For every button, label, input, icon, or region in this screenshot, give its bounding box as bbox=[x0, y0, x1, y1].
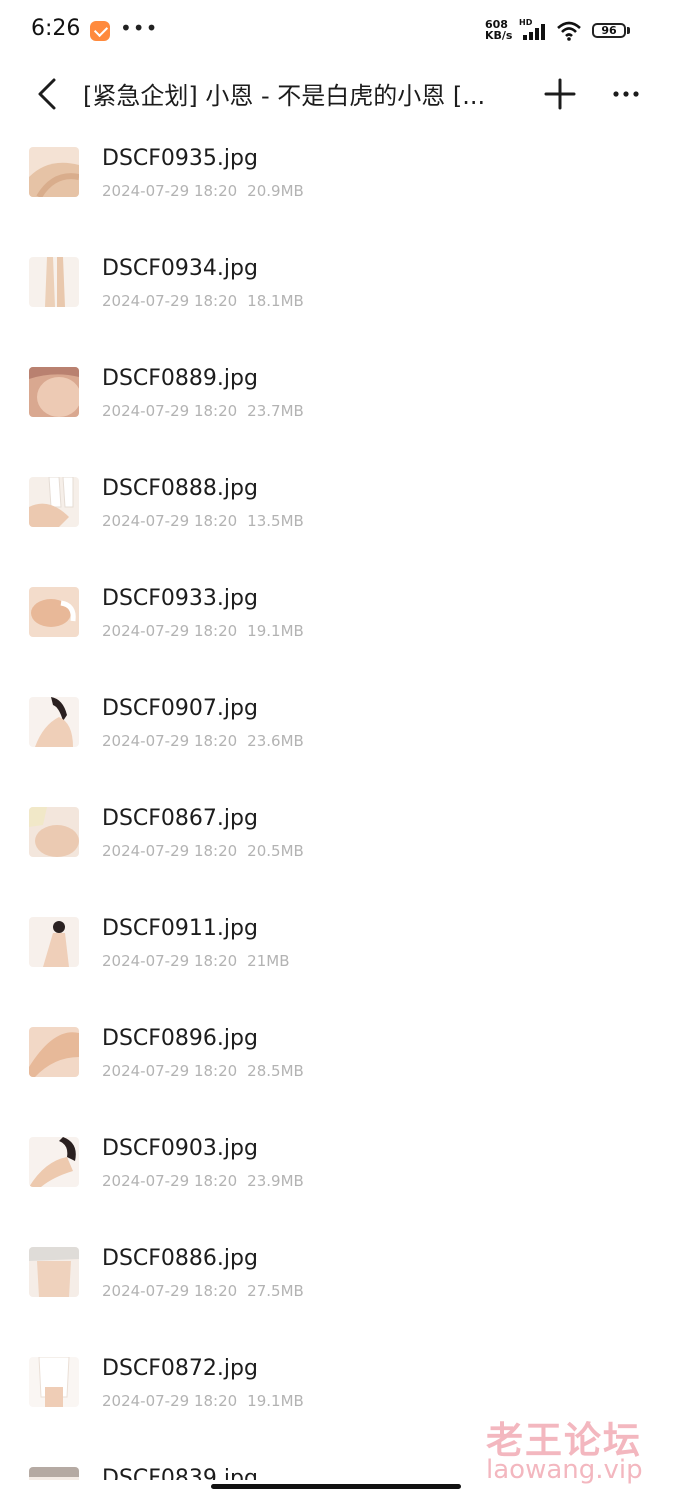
more-dots-icon[interactable] bbox=[606, 74, 646, 114]
file-meta: 2024-07-29 18:20 19.1MB bbox=[102, 622, 304, 640]
file-list-item[interactable]: DSCF0867.jpg 2024-07-29 18:20 20.5MB bbox=[0, 790, 675, 900]
file-list-item[interactable]: DSCF0889.jpg 2024-07-29 18:20 23.7MB bbox=[0, 350, 675, 460]
signal-icon bbox=[523, 24, 545, 40]
page-title: [紧急企划] 小恩 - 不是白虎的小恩 [... bbox=[83, 82, 486, 110]
file-name: DSCF0935.jpg bbox=[102, 146, 258, 171]
file-name: DSCF0839.jpg bbox=[102, 1466, 258, 1480]
file-meta: 2024-07-29 18:20 28.5MB bbox=[102, 1062, 304, 1080]
file-meta: 2024-07-29 18:20 13.5MB bbox=[102, 512, 304, 530]
network-speed: 608 KB/s bbox=[485, 19, 512, 41]
file-size: 18.1MB bbox=[247, 292, 304, 310]
status-more-dots-icon: ••• bbox=[120, 16, 159, 40]
status-time: 6:26 bbox=[31, 16, 81, 41]
file-meta: 2024-07-29 18:20 21MB bbox=[102, 952, 290, 970]
file-name: DSCF0888.jpg bbox=[102, 476, 258, 501]
file-name: DSCF0934.jpg bbox=[102, 256, 258, 281]
image-thumbnail bbox=[29, 1137, 79, 1187]
watermark-url: laowang.vip bbox=[486, 1455, 643, 1485]
file-name: DSCF0907.jpg bbox=[102, 696, 258, 721]
taobao-icon bbox=[90, 21, 110, 41]
file-date: 2024-07-29 18:20 bbox=[102, 842, 238, 860]
wifi-icon bbox=[557, 21, 581, 41]
file-size: 20.5MB bbox=[247, 842, 304, 860]
file-name: DSCF0896.jpg bbox=[102, 1026, 258, 1051]
file-list-item[interactable]: DSCF0896.jpg 2024-07-29 18:20 28.5MB bbox=[0, 1010, 675, 1120]
header-bar: [紧急企划] 小恩 - 不是白虎的小恩 [... bbox=[0, 62, 675, 128]
file-list-item[interactable]: DSCF0888.jpg 2024-07-29 18:20 13.5MB bbox=[0, 460, 675, 570]
file-date: 2024-07-29 18:20 bbox=[102, 292, 238, 310]
file-list-item[interactable]: DSCF0933.jpg 2024-07-29 18:20 19.1MB bbox=[0, 570, 675, 680]
image-thumbnail bbox=[29, 1357, 79, 1407]
file-size: 23.7MB bbox=[247, 402, 304, 420]
file-size: 23.9MB bbox=[247, 1172, 304, 1190]
file-list-item[interactable]: DSCF0903.jpg 2024-07-29 18:20 23.9MB bbox=[0, 1120, 675, 1230]
file-meta: 2024-07-29 18:20 18.1MB bbox=[102, 292, 304, 310]
file-size: 19.1MB bbox=[247, 622, 304, 640]
file-size: 28.5MB bbox=[247, 1062, 304, 1080]
file-name: DSCF0903.jpg bbox=[102, 1136, 258, 1161]
image-thumbnail bbox=[29, 1027, 79, 1077]
file-list-item[interactable]: DSCF0886.jpg 2024-07-29 18:20 27.5MB bbox=[0, 1230, 675, 1340]
file-meta: 2024-07-29 18:20 19.1MB bbox=[102, 1392, 304, 1410]
file-size: 13.5MB bbox=[247, 512, 304, 530]
file-size: 19.1MB bbox=[247, 1392, 304, 1410]
network-speed-unit: KB/s bbox=[485, 29, 513, 42]
file-name: DSCF0872.jpg bbox=[102, 1356, 258, 1381]
image-thumbnail bbox=[29, 477, 79, 527]
file-name: DSCF0886.jpg bbox=[102, 1246, 258, 1271]
image-thumbnail bbox=[29, 367, 79, 417]
file-date: 2024-07-29 18:20 bbox=[102, 1062, 238, 1080]
file-meta: 2024-07-29 18:20 23.6MB bbox=[102, 732, 304, 750]
file-name: DSCF0867.jpg bbox=[102, 806, 258, 831]
file-size: 20.9MB bbox=[247, 182, 304, 200]
file-size: 27.5MB bbox=[247, 1282, 304, 1300]
file-date: 2024-07-29 18:20 bbox=[102, 622, 238, 640]
file-date: 2024-07-29 18:20 bbox=[102, 1172, 238, 1190]
file-list: DSCF0935.jpg 2024-07-29 18:20 20.9MB DSCF… bbox=[0, 130, 675, 1480]
file-date: 2024-07-29 18:20 bbox=[102, 182, 238, 200]
file-list-item[interactable]: DSCF0935.jpg 2024-07-29 18:20 20.9MB bbox=[0, 130, 675, 240]
file-meta: 2024-07-29 18:20 23.9MB bbox=[102, 1172, 304, 1190]
file-meta: 2024-07-29 18:20 27.5MB bbox=[102, 1282, 304, 1300]
image-thumbnail bbox=[29, 807, 79, 857]
file-date: 2024-07-29 18:20 bbox=[102, 952, 238, 970]
file-list-item[interactable]: DSCF0907.jpg 2024-07-29 18:20 23.6MB bbox=[0, 680, 675, 790]
image-thumbnail bbox=[29, 1467, 79, 1480]
image-thumbnail bbox=[29, 257, 79, 307]
plus-icon[interactable] bbox=[540, 74, 580, 114]
battery-indicator: 96 bbox=[592, 23, 626, 38]
file-list-item[interactable]: DSCF0911.jpg 2024-07-29 18:20 21MB bbox=[0, 900, 675, 1010]
back-chevron-icon[interactable] bbox=[28, 74, 68, 114]
file-date: 2024-07-29 18:20 bbox=[102, 1282, 238, 1300]
file-date: 2024-07-29 18:20 bbox=[102, 1392, 238, 1410]
file-name: DSCF0889.jpg bbox=[102, 366, 258, 391]
battery-tip bbox=[627, 27, 630, 34]
file-size: 21MB bbox=[247, 952, 290, 970]
file-date: 2024-07-29 18:20 bbox=[102, 512, 238, 530]
file-meta: 2024-07-29 18:20 23.7MB bbox=[102, 402, 304, 420]
file-name: DSCF0933.jpg bbox=[102, 586, 258, 611]
file-meta: 2024-07-29 18:20 20.5MB bbox=[102, 842, 304, 860]
file-meta: 2024-07-29 18:20 20.9MB bbox=[102, 182, 304, 200]
file-name: DSCF0911.jpg bbox=[102, 916, 258, 941]
status-bar: 6:26 ••• 608 KB/s HD 96 bbox=[0, 0, 675, 62]
image-thumbnail bbox=[29, 147, 79, 197]
file-date: 2024-07-29 18:20 bbox=[102, 732, 238, 750]
image-thumbnail bbox=[29, 587, 79, 637]
home-indicator[interactable] bbox=[211, 1484, 461, 1489]
image-thumbnail bbox=[29, 697, 79, 747]
image-thumbnail bbox=[29, 1247, 79, 1297]
image-thumbnail bbox=[29, 917, 79, 967]
file-list-item[interactable]: DSCF0934.jpg 2024-07-29 18:20 18.1MB bbox=[0, 240, 675, 350]
file-date: 2024-07-29 18:20 bbox=[102, 402, 238, 420]
file-size: 23.6MB bbox=[247, 732, 304, 750]
